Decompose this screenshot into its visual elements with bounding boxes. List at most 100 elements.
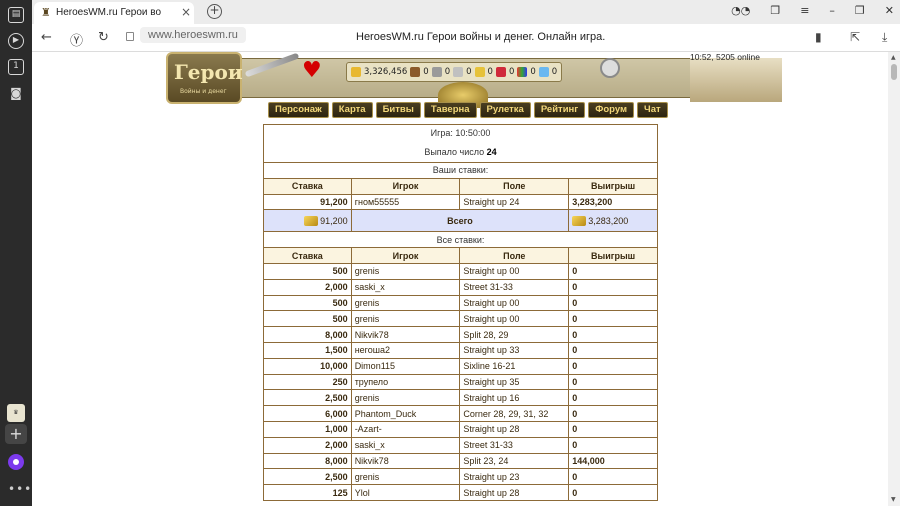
win-cell: 0 bbox=[568, 357, 658, 375]
all-bets-header: Ставка Игрок Поле Выигрыш bbox=[263, 247, 658, 264]
player-cell[interactable]: трупело bbox=[350, 373, 461, 391]
player-cell[interactable]: grenis bbox=[350, 262, 461, 280]
back-icon[interactable]: ← bbox=[41, 30, 52, 45]
player-cell[interactable]: Nikvik78 bbox=[350, 326, 461, 343]
nav-chat[interactable]: Чат bbox=[637, 102, 668, 118]
new-tab-button[interactable]: + bbox=[207, 4, 222, 19]
total-label: Всего bbox=[350, 209, 570, 233]
nav-forum[interactable]: Форум bbox=[588, 102, 635, 118]
collections-icon[interactable]: ❐ bbox=[770, 4, 780, 17]
address-bar: ← Ⓨ ↻ www.heroeswm.ru HeroesWM.ru Герои … bbox=[32, 24, 900, 52]
alice-assistant-icon[interactable] bbox=[8, 454, 24, 470]
stake-cell: 125 bbox=[263, 484, 352, 501]
stake-cell: 2,500 bbox=[263, 389, 352, 407]
table-row: 2,000 saski_x Street 31-33 0 bbox=[263, 436, 658, 454]
player-cell[interactable]: Dimon115 bbox=[350, 357, 461, 375]
dropped-number-label: Выпало число bbox=[424, 147, 485, 157]
win-cell: 0 bbox=[568, 420, 658, 438]
diamond-icon bbox=[538, 67, 549, 77]
table-row: 2,500 grenis Straight up 23 0 bbox=[263, 468, 658, 486]
more-icon[interactable]: ••• bbox=[8, 482, 32, 496]
all-bets-caption: Все ставки: bbox=[263, 231, 658, 249]
screenshot-icon[interactable]: ◙ bbox=[8, 85, 24, 101]
ring-icon[interactable] bbox=[600, 58, 620, 78]
page-scrollbar[interactable]: ▲ ▼ bbox=[888, 52, 900, 506]
share-icon[interactable]: ⇱ bbox=[850, 30, 860, 44]
nav-battles[interactable]: Битвы bbox=[375, 102, 421, 118]
col-field: Поле bbox=[459, 247, 570, 264]
sulfur-icon bbox=[474, 67, 485, 77]
field-cell: Straight up 16 bbox=[459, 389, 570, 407]
player-cell[interactable]: grenis bbox=[350, 310, 461, 328]
gold-icon bbox=[351, 67, 361, 77]
win-cell: 0 bbox=[568, 294, 658, 312]
win-cell: 0 bbox=[568, 468, 658, 486]
stake-cell: 8,000 bbox=[263, 452, 352, 470]
win-cell: 0 bbox=[568, 341, 658, 359]
nav-roulette[interactable]: Рулетка bbox=[479, 102, 531, 118]
scroll-down-icon[interactable]: ▼ bbox=[891, 496, 896, 503]
win-cell: 0 bbox=[568, 484, 658, 501]
gold-amount: 3,326,456 bbox=[364, 67, 408, 77]
reload-icon[interactable]: ↻ bbox=[98, 30, 109, 45]
win-cell: 3,283,200 bbox=[568, 193, 658, 211]
bookmark-icon[interactable]: ▮ bbox=[815, 30, 822, 44]
health-heart-icon[interactable]: ♥ bbox=[302, 58, 322, 83]
app-shortcut-icon[interactable]: ♛ bbox=[7, 404, 25, 422]
url-field[interactable]: www.heroeswm.ru bbox=[140, 27, 246, 43]
tabs-icon[interactable]: ▤ bbox=[8, 7, 24, 23]
field-cell: Straight up 23 bbox=[459, 468, 570, 486]
yandex-icon[interactable]: Ⓨ bbox=[70, 30, 83, 49]
tab-count-badge[interactable]: 1 bbox=[8, 59, 24, 75]
player-cell[interactable]: Ylol bbox=[350, 484, 461, 501]
col-win: Выигрыш bbox=[568, 177, 658, 195]
col-win: Выигрыш bbox=[568, 247, 658, 264]
active-tab[interactable]: ♜ HeroesWM.ru Герои во × bbox=[34, 2, 194, 24]
browser-sidebar: ▤ ▶ 1 ◙ ♛ + ••• bbox=[0, 0, 32, 506]
close-window-icon[interactable]: ✕ bbox=[885, 4, 894, 17]
nav-map[interactable]: Карта bbox=[331, 102, 373, 118]
page-title: HeroesWM.ru Герои войны и денег. Онлайн … bbox=[356, 31, 606, 43]
player-cell[interactable]: -Azart- bbox=[350, 420, 461, 438]
nav-tavern[interactable]: Таверна bbox=[423, 102, 477, 118]
player-cell[interactable]: гном55555 bbox=[350, 193, 461, 211]
player-cell[interactable]: saski_x bbox=[350, 278, 461, 296]
game-logo[interactable]: Герои Войны и денег bbox=[166, 52, 243, 104]
table-row: 2,500 grenis Straight up 16 0 bbox=[263, 389, 658, 407]
player-cell[interactable]: негоша2 bbox=[350, 341, 461, 359]
scroll-up-icon[interactable]: ▲ bbox=[891, 54, 896, 61]
gold-coin-icon bbox=[572, 216, 587, 227]
menu-icon[interactable]: ≡ bbox=[800, 4, 809, 17]
player-cell[interactable]: Phantom_Duck bbox=[350, 405, 461, 422]
sulfur-amount: 0 bbox=[487, 67, 493, 77]
field-cell: Straight up 28 bbox=[459, 420, 570, 438]
player-cell[interactable]: grenis bbox=[350, 389, 461, 407]
nav-character[interactable]: Персонаж bbox=[268, 102, 329, 118]
win-cell: 0 bbox=[568, 326, 658, 343]
player-cell[interactable]: Nikvik78 bbox=[350, 452, 461, 470]
reader-mode-icon[interactable]: ◔◔ bbox=[731, 4, 750, 17]
nav-rating[interactable]: Рейтинг bbox=[533, 102, 586, 118]
restore-icon[interactable]: ❐ bbox=[855, 4, 865, 17]
player-cell[interactable]: saski_x bbox=[350, 436, 461, 454]
stake-cell: 6,000 bbox=[263, 405, 352, 422]
table-row: 10,000 Dimon115 Sixline 16-21 0 bbox=[263, 357, 658, 375]
play-icon[interactable]: ▶ bbox=[8, 33, 24, 49]
close-tab-icon[interactable]: × bbox=[181, 5, 191, 19]
total-stake: 91,200 bbox=[320, 215, 348, 226]
main-nav: Персонаж Карта Битвы Таверна Рулетка Рей… bbox=[268, 102, 668, 118]
gems-icon bbox=[517, 67, 528, 77]
ore-amount: 0 bbox=[444, 67, 451, 77]
player-cell[interactable]: grenis bbox=[350, 294, 461, 312]
bets-table: Ваши ставки: Ставка Игрок Поле Выигрыш 9… bbox=[263, 162, 658, 501]
logo-subtitle: Войны и денег bbox=[180, 88, 227, 95]
minimize-icon[interactable]: – bbox=[829, 4, 835, 17]
add-panel-button[interactable]: + bbox=[5, 424, 27, 444]
scroll-thumb[interactable] bbox=[891, 64, 897, 80]
player-cell[interactable]: grenis bbox=[350, 468, 461, 486]
download-icon[interactable]: ⤓ bbox=[882, 30, 887, 45]
game-time: Игра: 10:50:00 bbox=[263, 124, 658, 142]
your-bets-header: Ставка Игрок Поле Выигрыш bbox=[263, 177, 658, 195]
win-cell: 0 bbox=[568, 436, 658, 454]
table-row: 8,000 Nikvik78 Split 23, 24 144,000 bbox=[263, 452, 658, 470]
